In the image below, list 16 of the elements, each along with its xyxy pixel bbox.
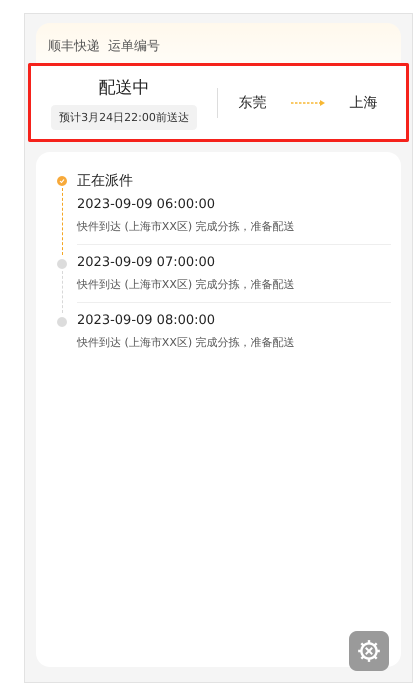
courier-name: 顺丰快递 <box>48 38 100 55</box>
track-time: 2023-09-09 07:00:00 <box>77 255 216 270</box>
waybill-label: 运单编号 <box>108 38 160 55</box>
gear-icon <box>356 638 382 664</box>
track-time: 2023-09-09 08:00:00 <box>77 313 216 328</box>
track-detail: 快件到达 (上海市XX区) 完成分拣，准备配送 <box>77 277 296 292</box>
delivery-status: 配送中 <box>98 77 150 99</box>
origin-city: 东莞 <box>238 94 266 112</box>
settings-button[interactable] <box>349 631 389 671</box>
track-detail: 快件到达 (上海市XX区) 完成分拣，准备配送 <box>77 219 296 234</box>
eta-tag: 预计3月24日22:00前送达 <box>51 105 197 130</box>
arrow-icon <box>290 99 325 107</box>
track-detail: 快件到达 (上海市XX区) 完成分拣，准备配送 <box>77 335 296 350</box>
destination-city: 上海 <box>350 94 378 112</box>
track-title: 正在派件 <box>77 172 134 190</box>
track-time: 2023-09-09 06:00:00 <box>77 197 216 212</box>
